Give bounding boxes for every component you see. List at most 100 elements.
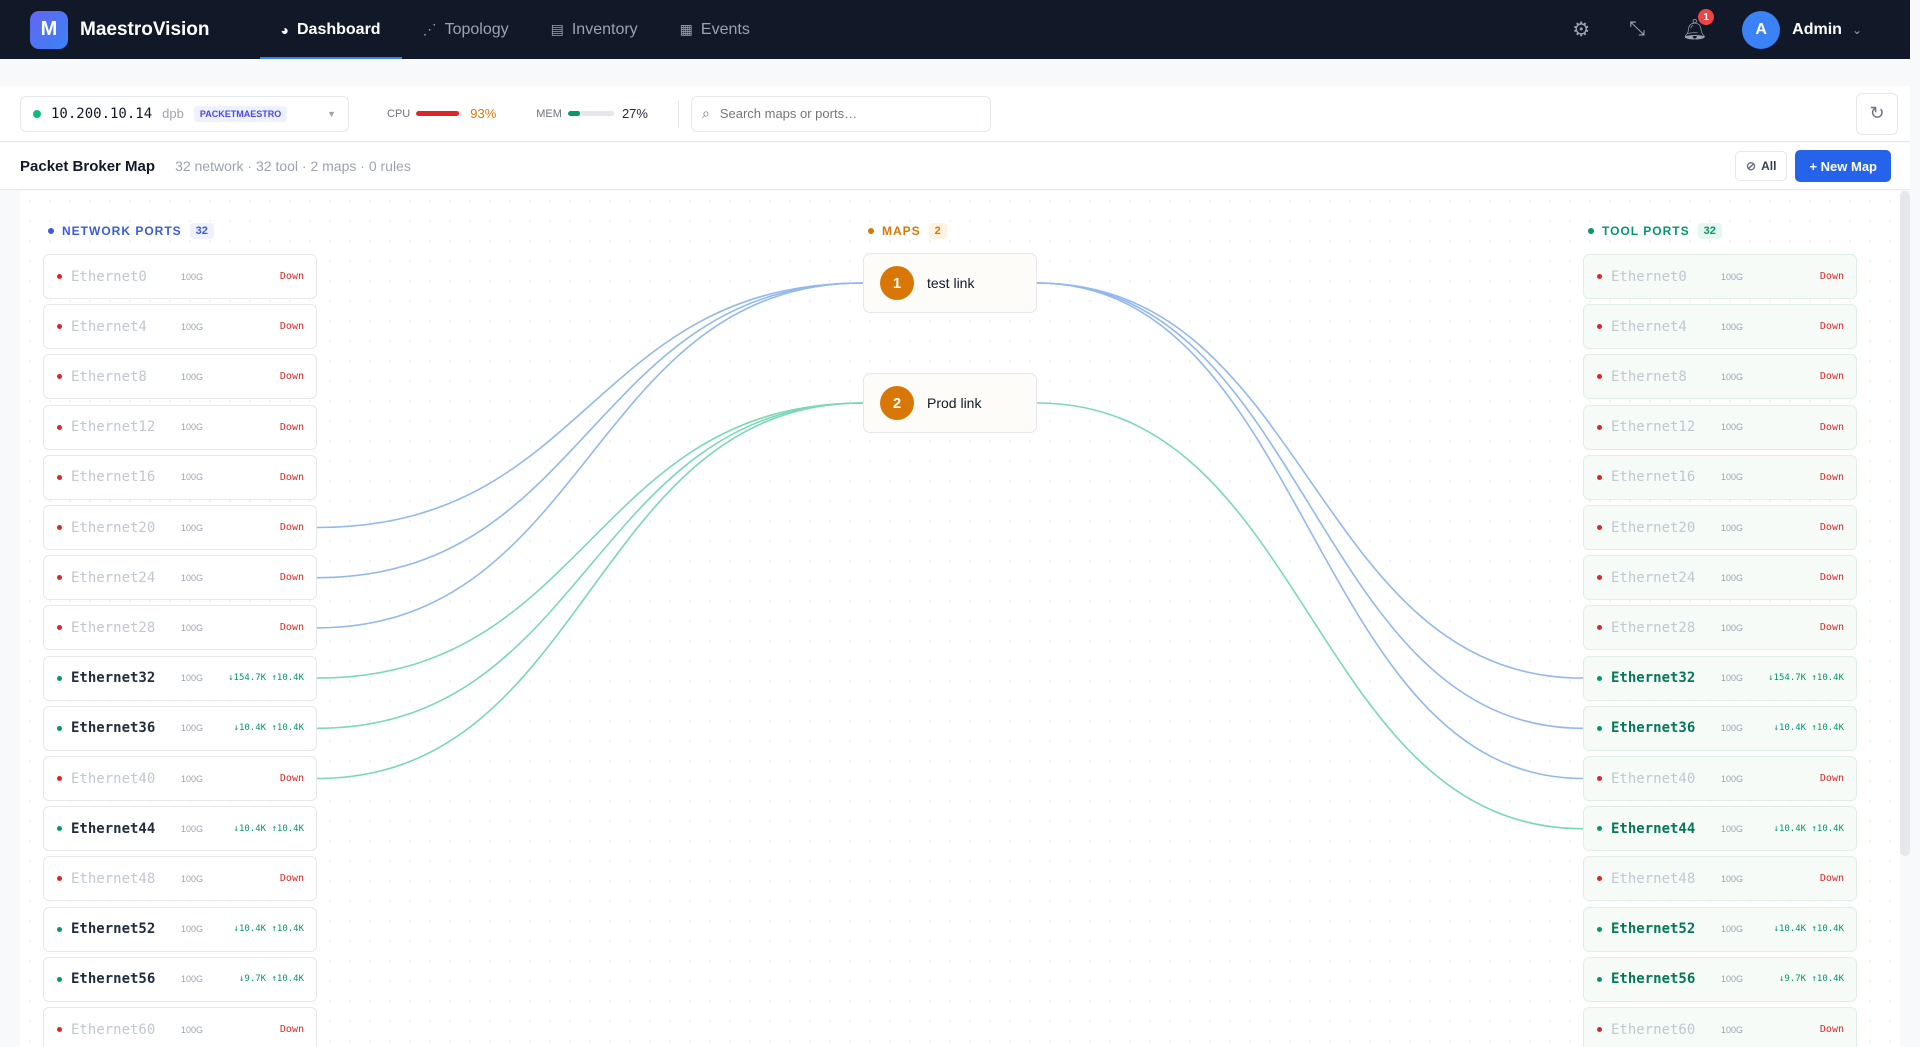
page-stats: 32 network · 32 tool · 2 maps · 0 rules — [175, 158, 411, 174]
network-port-row[interactable]: Ethernet28 100G Down — [43, 605, 317, 651]
port-status-dot — [57, 976, 62, 982]
port-speed: 100G — [1721, 673, 1744, 684]
port-status-dot — [1597, 274, 1602, 279]
port-status: Down — [1819, 371, 1844, 383]
port-status-dot — [57, 324, 62, 330]
network-port-row[interactable]: Ethernet40 100G Down — [43, 756, 317, 801]
chevron-down-icon[interactable]: ⌄ — [1852, 23, 1862, 37]
source-link-line — [316, 282, 864, 579]
refresh-button[interactable]: ↻ — [1856, 92, 1898, 135]
tool-port-row[interactable]: Ethernet20 100G Down — [1583, 505, 1857, 550]
network-port-row[interactable]: Ethernet36 100G ↓10.4K ↑10.4K — [43, 705, 317, 751]
map-header: Packet Broker Map 32 network · 32 tool ·… — [0, 143, 1910, 190]
port-name: Ethernet36 — [1611, 720, 1696, 737]
port-name: Ethernet40 — [71, 770, 156, 787]
mem-bar — [567, 111, 614, 116]
port-speed: 100G — [1721, 321, 1744, 332]
port-status-dot — [57, 876, 62, 882]
map-card[interactable]: 2 Prod link — [863, 373, 1037, 433]
network-port-row[interactable]: Ethernet48 100G Down — [43, 856, 317, 902]
cpu-bar — [416, 111, 463, 116]
tool-port-row[interactable]: Ethernet56 100G ↓9.7K ↑10.4K — [1583, 956, 1857, 1002]
tool-port-row[interactable]: Ethernet28 100G Down — [1583, 605, 1857, 651]
port-status: Down — [279, 421, 304, 433]
tool-port-row[interactable]: Ethernet0 100G Down — [1583, 254, 1857, 299]
device-selector[interactable]: 10.200.10.14 dpb PACKETMAESTRO ▼ — [20, 95, 349, 132]
network-port-row[interactable]: Ethernet44 100G ↓10.4K ↑10.4K — [43, 806, 317, 852]
collapse-icon[interactable]: ⤡ — [1626, 18, 1648, 41]
port-name: Ethernet16 — [1611, 469, 1696, 486]
port-status: ↓10.4K ↑10.4K — [1773, 823, 1844, 834]
source-link-line — [316, 402, 864, 679]
tool-port-row[interactable]: Ethernet48 100G Down — [1583, 856, 1857, 902]
port-name: Ethernet36 — [71, 720, 156, 737]
tool-port-row[interactable]: Ethernet44 100G ↓10.4K ↑10.4K — [1583, 806, 1857, 852]
port-speed: 100G — [1721, 522, 1744, 533]
show-all-button[interactable]: ⊘ All — [1735, 151, 1788, 181]
network-port-row[interactable]: Ethernet52 100G ↓10.4K ↑10.4K — [43, 906, 317, 952]
avatar[interactable]: A — [1742, 10, 1781, 49]
port-status-dot — [57, 575, 62, 581]
port-status: Down — [1819, 471, 1844, 483]
map-card[interactable]: 1 test link — [863, 253, 1037, 313]
port-speed: 100G — [1721, 422, 1744, 433]
destination-link-line — [1036, 282, 1584, 730]
port-status-dot — [1597, 474, 1602, 480]
tool-port-row[interactable]: Ethernet4 100G Down — [1583, 304, 1857, 350]
port-name: Ethernet12 — [1611, 419, 1696, 436]
cpu-label: CPU — [387, 107, 411, 120]
tool-port-row[interactable]: Ethernet16 100G Down — [1583, 454, 1857, 500]
tool-ports-title: TOOL PORTS — [1602, 224, 1690, 238]
network-port-row[interactable]: Ethernet16 100G Down — [43, 454, 317, 500]
bell-icon[interactable]: 🔔︎ 1 — [1682, 9, 1715, 42]
port-name: Ethernet32 — [71, 670, 156, 687]
network-ports-count: 32 — [189, 223, 214, 239]
tool-port-row[interactable]: Ethernet24 100G Down — [1583, 555, 1857, 601]
network-port-row[interactable]: Ethernet20 100G Down — [43, 505, 317, 550]
port-speed: 100G — [1721, 472, 1744, 483]
destination-link-line — [1036, 282, 1584, 679]
tool-port-row[interactable]: Ethernet8 100G Down — [1583, 354, 1857, 400]
network-port-row[interactable]: Ethernet12 100G Down — [43, 404, 317, 450]
tab-events[interactable]: ▦ Events — [659, 0, 771, 59]
tool-port-row[interactable]: Ethernet36 100G ↓10.4K ↑10.4K — [1583, 705, 1857, 751]
scrollbar[interactable] — [1900, 191, 1910, 856]
brand[interactable]: M MaestroVision — [30, 10, 210, 49]
settings-gear-icon[interactable]: ⚙ — [1570, 17, 1592, 42]
source-link-line — [316, 282, 864, 529]
network-port-row[interactable]: Ethernet56 100G ↓9.7K ↑10.4K — [43, 956, 317, 1002]
network-port-row[interactable]: Ethernet0 100G Down — [43, 254, 317, 299]
user-name[interactable]: Admin — [1792, 21, 1842, 39]
network-ports-title: NETWORK PORTS — [62, 224, 182, 238]
network-port-row[interactable]: Ethernet32 100G ↓154.7K ↑10.4K — [43, 655, 317, 701]
maps-title: MAPS — [882, 224, 921, 238]
tab-dashboard[interactable]: ◕ Dashboard — [259, 0, 402, 59]
port-status: Down — [1819, 773, 1844, 784]
toolbar: 10.200.10.14 dpb PACKETMAESTRO ▼ CPU 93%… — [0, 86, 1910, 142]
search-box[interactable]: ⌕ — [690, 95, 991, 132]
tab-inventory[interactable]: ▤ Inventory — [530, 0, 659, 59]
port-speed: 100G — [1721, 873, 1744, 884]
network-port-row[interactable]: Ethernet60 100G Down — [43, 1007, 317, 1047]
dashboard-icon: ◕ — [280, 21, 289, 38]
port-status-dot — [1597, 725, 1602, 731]
port-name: Ethernet48 — [1611, 870, 1696, 887]
tool-port-row[interactable]: Ethernet40 100G Down — [1583, 756, 1857, 801]
new-map-button[interactable]: + New Map — [1795, 150, 1891, 182]
tool-port-row[interactable]: Ethernet12 100G Down — [1583, 404, 1857, 450]
network-port-row[interactable]: Ethernet8 100G Down — [43, 354, 317, 400]
network-port-row[interactable]: Ethernet4 100G Down — [43, 304, 317, 350]
port-name: Ethernet28 — [1611, 619, 1696, 636]
tool-port-row[interactable]: Ethernet52 100G ↓10.4K ↑10.4K — [1583, 906, 1857, 952]
tool-port-row[interactable]: Ethernet32 100G ↓154.7K ↑10.4K — [1583, 655, 1857, 701]
cpu-metric: CPU 93% — [387, 106, 496, 121]
network-port-row[interactable]: Ethernet24 100G Down — [43, 555, 317, 601]
tab-topology[interactable]: ⋰ Topology — [402, 0, 530, 59]
port-speed: 100G — [181, 723, 204, 734]
caret-down-icon: ▼ — [327, 108, 336, 119]
tab-label: Dashboard — [297, 20, 381, 38]
search-input[interactable] — [719, 106, 960, 121]
nav-right: ⚙ ⤡ 🔔︎ 1 A Admin ⌄ — [1536, 9, 1862, 49]
port-name: Ethernet0 — [71, 268, 147, 285]
tool-port-row[interactable]: Ethernet60 100G Down — [1583, 1007, 1857, 1047]
